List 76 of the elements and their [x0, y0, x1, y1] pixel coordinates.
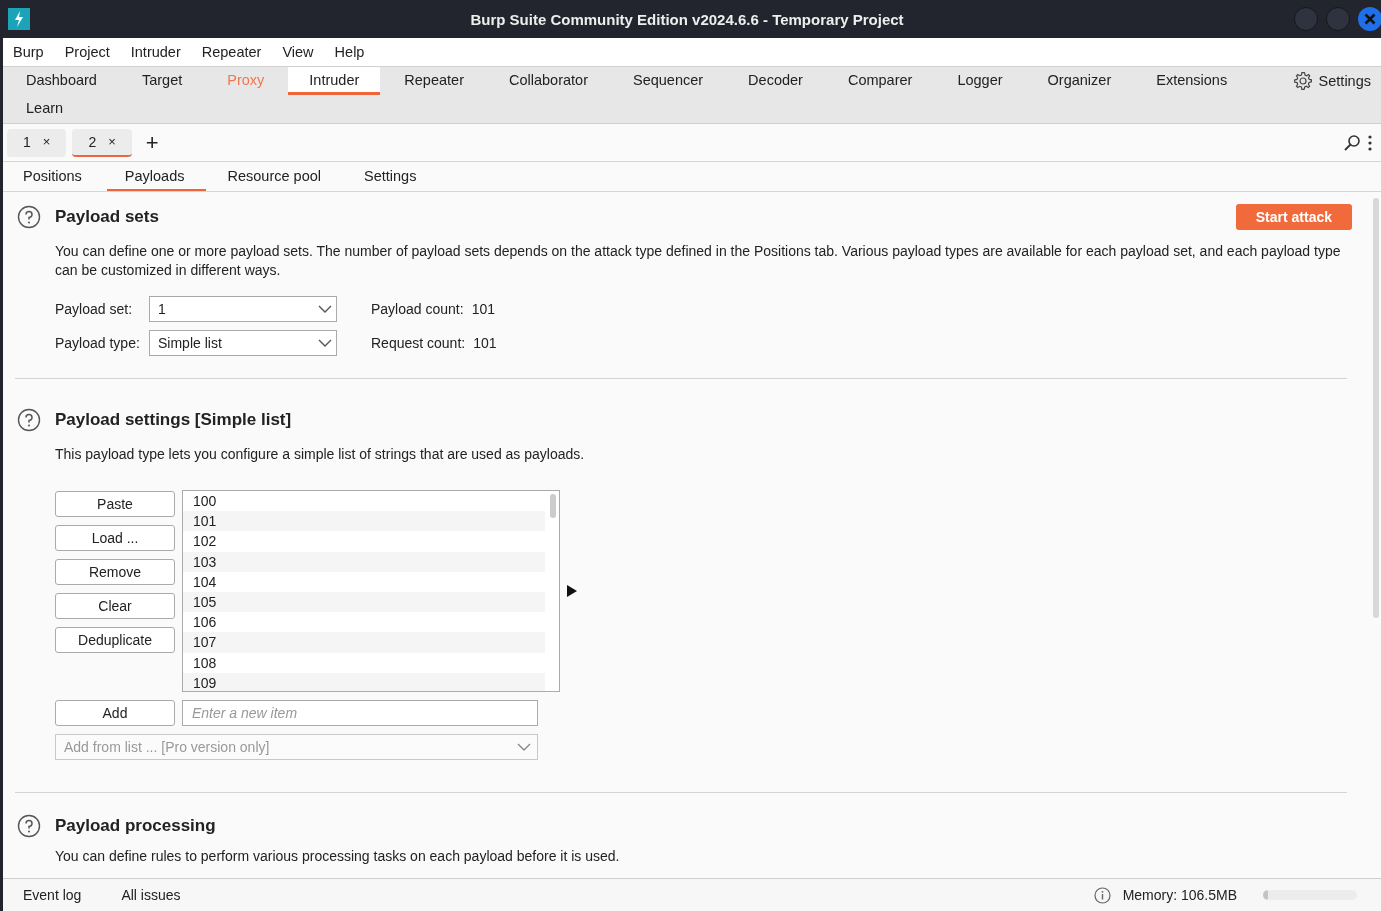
list-item[interactable]: 102 [183, 531, 545, 552]
status-tab[interactable]: All issues [121, 887, 181, 903]
info-value: 101 [473, 335, 497, 351]
chevron-down-icon [318, 339, 332, 347]
dropdown[interactable]: 1 [149, 296, 337, 322]
list-action-button[interactable]: Load ... [55, 525, 175, 551]
info-label: Payload count: [371, 301, 464, 317]
info-icon [1093, 886, 1111, 904]
tool-tab[interactable]: Logger [936, 67, 1024, 95]
info-value: 101 [471, 301, 495, 317]
tool-tab[interactable]: Dashboard [5, 67, 118, 95]
section-description: You can define rules to perform various processing tasks on each payload before it is used. [55, 847, 621, 866]
status-tab[interactable]: Event log [23, 887, 82, 903]
list-action-button[interactable]: Clear [55, 593, 175, 619]
lightning-logo-icon [8, 8, 30, 30]
close-button[interactable] [1358, 7, 1381, 31]
settings-button[interactable]: Settings [1292, 67, 1381, 95]
tool-tab[interactable]: Organizer [1026, 67, 1133, 95]
help-icon[interactable] [17, 408, 41, 432]
list-item[interactable]: 104 [183, 571, 545, 592]
section-tab[interactable]: Payloads [106, 162, 206, 191]
section-title: Payload sets [55, 207, 159, 227]
attack-tab[interactable]: 1 × [7, 128, 67, 157]
new-tab-button[interactable]: + [137, 129, 167, 156]
section-tab[interactable]: Resource pool [209, 162, 342, 191]
tool-tab[interactable]: Decoder [727, 67, 824, 95]
tool-tab[interactable]: Learn [5, 95, 85, 123]
settings-icon [1292, 71, 1313, 91]
section-description: You can define one or more payload sets. The number of payload sets depends on the attack type defined in the Positions tab. Various payload types are available for each payload set, and each payload type can be customized in different ways. [55, 242, 1342, 280]
chevron-down-icon [318, 305, 332, 313]
menu-item[interactable]: Repeater [201, 44, 272, 60]
dropdown[interactable]: Simple list [149, 330, 337, 356]
scrollbar-thumb[interactable] [1373, 198, 1379, 618]
tool-tab[interactable]: Repeater [383, 67, 485, 95]
list-item[interactable]: 105 [183, 591, 545, 613]
list-action-button[interactable]: Paste [55, 491, 175, 517]
list-item[interactable]: 101 [183, 511, 545, 532]
list-item[interactable]: 108 [183, 652, 545, 673]
section-description: This payload type lets you configure a simple list of strings that are used as payloads. [55, 445, 586, 464]
chevron-down-icon [517, 743, 531, 751]
search-icon[interactable] [1343, 133, 1361, 152]
list-action-button[interactable]: Remove [55, 559, 175, 585]
tool-tab[interactable]: Target [120, 67, 204, 95]
window-title: Burp Suite Community Edition v2024.6.6 - Temporary Project [469, 10, 905, 28]
more-options-icon[interactable] [1367, 133, 1373, 152]
expand-arrow-icon[interactable] [567, 585, 577, 597]
scrollbar-thumb[interactable] [550, 494, 556, 518]
list-action-button[interactable]: Deduplicate [55, 627, 175, 653]
list-item[interactable]: 109 [183, 672, 545, 691]
tool-tab[interactable]: Collaborator [487, 67, 609, 95]
info-label: Request count: [371, 335, 466, 351]
help-icon[interactable] [17, 205, 41, 229]
menu-item[interactable]: Intruder [130, 44, 191, 60]
tool-tab[interactable]: Comparer [826, 67, 934, 95]
menu-item[interactable]: View [282, 44, 324, 60]
tool-tab[interactable]: Sequencer [611, 67, 725, 95]
field-label: Payload set: [55, 301, 134, 317]
tool-tab[interactable]: Intruder [288, 67, 381, 95]
add-button[interactable]: Add [55, 700, 175, 726]
section-tab[interactable]: Positions [5, 162, 103, 191]
list-item[interactable]: 107 [183, 632, 545, 653]
list-item[interactable]: 106 [183, 612, 545, 633]
menu-item[interactable]: Burp [13, 44, 54, 60]
memory-usage: Memory: 106.5MB [1122, 887, 1237, 903]
field-label: Payload type: [55, 335, 141, 351]
section-tab[interactable]: Settings [346, 162, 438, 191]
tool-tab[interactable]: Extensions [1135, 67, 1249, 95]
new-item-field[interactable]: Enter a new item [182, 700, 538, 726]
list-item[interactable]: 100 [183, 491, 545, 512]
section-title: Payload processing [55, 816, 216, 836]
menu-item[interactable]: Project [64, 44, 120, 60]
section-title: Payload settings [Simple list] [55, 410, 292, 430]
list-item[interactable]: 103 [183, 551, 545, 572]
help-icon[interactable] [17, 814, 41, 838]
attack-tab[interactable]: 2 × [72, 128, 132, 157]
menu-item[interactable]: Help [334, 44, 375, 60]
